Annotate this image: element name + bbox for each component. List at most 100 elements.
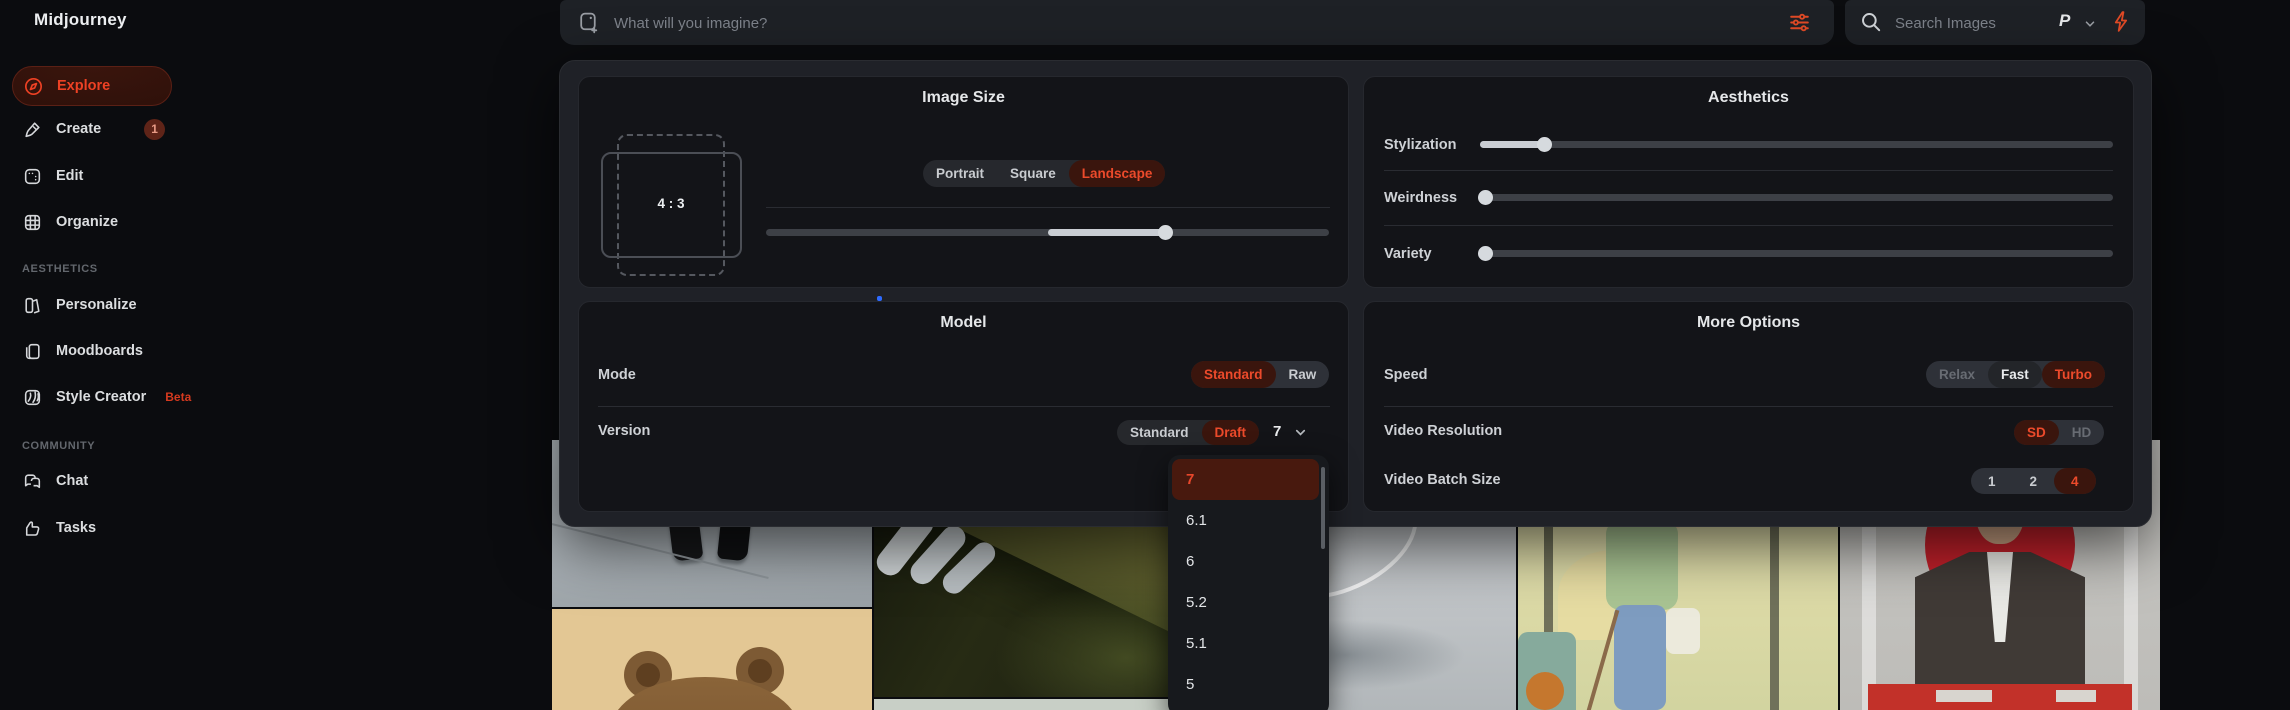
divider [1384,170,2113,171]
sidebar-item-style-creator[interactable]: Style Creator Beta [0,383,250,411]
box-label [2056,690,2096,702]
turbo-bolt-icon[interactable] [2109,9,2134,34]
card-title: Aesthetics [1708,89,1789,106]
mode-option-standard[interactable]: Standard [1191,361,1276,388]
edit-icon [22,166,43,187]
gallery-image-next-row[interactable] [874,699,1194,710]
chat-icon [22,471,43,492]
sidebar-item-label: Create [56,121,102,137]
version-type-segmented: Standard Draft [1117,420,1260,445]
midjourney-app: P Midjourney Explore Create 1 [0,0,2290,710]
aspect-slider-thumb[interactable] [1158,225,1173,240]
beta-badge: Beta [165,390,192,404]
stylization-slider-track[interactable] [1480,137,2113,152]
mode-label: Mode [598,367,636,383]
orientation-option-landscape[interactable]: Landscape [1068,160,1166,187]
sidebar-item-explore[interactable]: Explore [12,66,172,106]
thumbs-up-icon [22,518,43,539]
aspect-slider-track[interactable] [766,225,1329,240]
version-chevron-down-icon[interactable] [1293,425,1308,440]
version-option-7[interactable]: 7 [1172,459,1319,500]
version-option-6[interactable]: 6 [1172,541,1319,582]
search-icon [1859,10,1883,34]
girl-jeans [1614,605,1666,710]
search-images-input[interactable] [1893,0,2047,47]
profile-filter-button[interactable]: P [2059,11,2070,31]
sidebar-item-chat[interactable]: Chat [0,467,250,495]
sidebar-item-label: Explore [57,78,111,94]
speed-option-turbo[interactable]: Turbo [2041,361,2106,388]
video-resolution-option-sd[interactable]: SD [2014,420,2059,445]
divider [598,406,1330,407]
video-batch-option-4[interactable]: 4 [2054,468,2096,494]
box-label [1936,690,1992,702]
sidebar-item-organize[interactable]: Organize [0,208,250,236]
bear-ear-inner [748,659,772,683]
variety-slider-thumb[interactable] [1478,246,1493,261]
card-title: Model [940,314,987,331]
app-logo[interactable]: Midjourney [34,10,127,30]
version-option-5-1[interactable]: 5.1 [1172,623,1319,664]
bear-ear-inner [636,663,660,687]
speed-segmented: Relax Fast Turbo [1926,361,2106,388]
mode-option-raw[interactable]: Raw [1276,361,1330,388]
video-batch-option-1[interactable]: 1 [1971,468,2013,494]
sidebar-section-aesthetics: AESTHETICS [22,263,98,275]
sidebar-item-label: Chat [56,473,89,489]
sidebar-item-label: Organize [56,214,119,230]
aesthetics-card: Aesthetics Stylization Weirdness Variety [1363,76,2134,288]
sidebar-item-label: Style Creator [56,389,147,405]
sidebar-item-label: Tasks [56,520,97,536]
orange-bag [1526,672,1564,710]
card-title: More Options [1696,314,1801,331]
video-resolution-label: Video Resolution [1384,423,1503,439]
paintbrush-icon [22,119,43,140]
aspect-ratio-label: 4 : 3 [657,196,685,211]
weirdness-slider-track[interactable] [1478,190,2113,205]
mode-segmented: Standard Raw [1191,361,1330,388]
divider [766,207,1330,208]
stylization-slider-fill [1480,141,1544,148]
orientation-segmented: Portrait Square Landscape [923,160,1166,187]
compass-icon [23,76,44,97]
sidebar-item-moodboards[interactable]: Moodboards [0,337,250,365]
video-batch-option-2[interactable]: 2 [2013,468,2055,494]
style-creator-icon [22,387,43,408]
version-option-6-1[interactable]: 6.1 [1172,500,1319,541]
version-value[interactable]: 7 [1273,423,1281,440]
divider [1384,406,2113,407]
version-option-5[interactable]: 5 [1172,664,1319,705]
orientation-option-portrait[interactable]: Portrait [923,160,997,187]
chevron-down-icon[interactable] [2083,17,2097,31]
version-type-option-standard[interactable]: Standard [1117,420,1202,445]
girl-shirt [1606,520,1678,610]
stylization-slider-thumb[interactable] [1537,137,1552,152]
friend-shorts [1666,608,1700,654]
video-resolution-segmented: SD HD [2014,420,2105,445]
variety-label: Variety [1384,246,1432,262]
gallery-image-bear[interactable] [552,609,872,710]
weirdness-slider-thumb[interactable] [1478,190,1493,205]
orientation-option-square[interactable]: Square [997,160,1069,187]
weirdness-label: Weirdness [1384,190,1458,206]
sidebar-item-create[interactable]: Create 1 [0,115,250,143]
speed-option-fast[interactable]: Fast [1988,361,2042,388]
blue-indicator-dot [877,296,882,301]
speed-label: Speed [1384,367,1428,383]
sidebar-item-label: Moodboards [56,343,143,359]
dropdown-scrollbar[interactable] [1321,467,1325,549]
prompt-input[interactable] [612,0,1716,47]
video-resolution-option-hd[interactable]: HD [2059,420,2105,445]
variety-slider-track[interactable] [1478,246,2113,261]
aspect-slider-fill [1048,229,1165,236]
sidebar-item-edit[interactable]: Edit [0,162,250,190]
video-batch-segmented: 1 2 4 [1971,468,2096,494]
search-bar: P [1845,0,2145,47]
sidebar-item-tasks[interactable]: Tasks [0,514,250,542]
speed-option-relax[interactable]: Relax [1926,361,1988,388]
image-plus-icon[interactable] [576,10,601,35]
version-type-option-draft[interactable]: Draft [1201,420,1260,445]
sidebar-item-personalize[interactable]: Personalize [0,291,250,319]
version-option-5-2[interactable]: 5.2 [1172,582,1319,623]
prompt-settings-sliders-icon[interactable] [1788,11,1811,34]
